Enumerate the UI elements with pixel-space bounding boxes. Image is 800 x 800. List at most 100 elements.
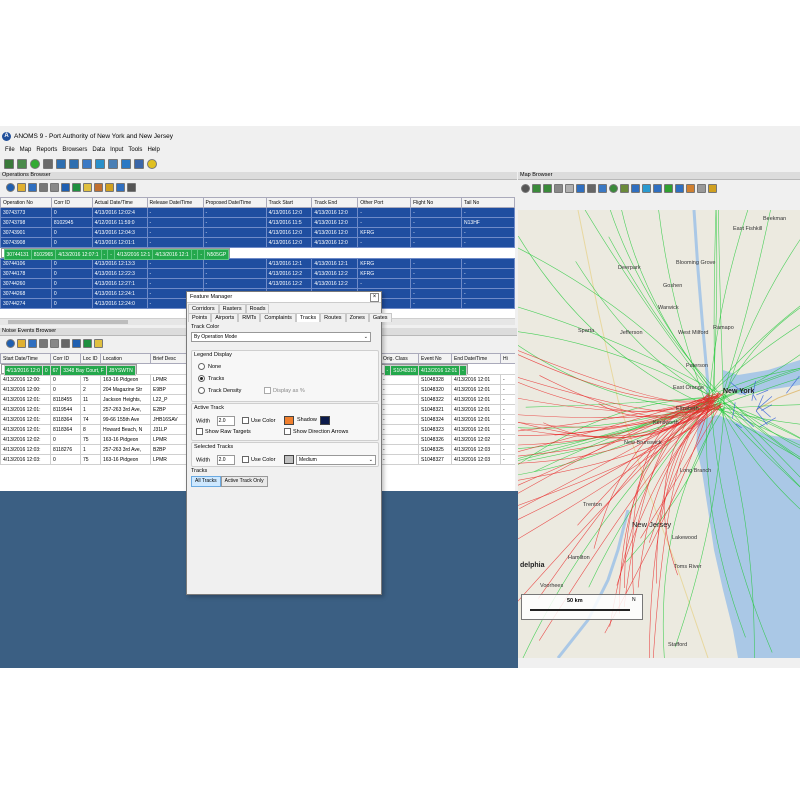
ops-word-icon[interactable] <box>61 182 70 192</box>
noise-row[interactable]: - S1048322 4/13/2016 12:01- <box>380 394 515 405</box>
operations-row[interactable]: 30743773 0 4/13/2016 12:02:4- -4/13/2016 12… <box>0 207 515 218</box>
noise-save-icon[interactable] <box>28 338 37 348</box>
noise-row[interactable]: 4/13/2016 12:03: 8118276 1 257-263 3rd Ave,… <box>0 444 186 455</box>
close-icon[interactable]: × <box>370 293 379 302</box>
noise-row[interactable]: - S1048320 4/13/2016 12:01- <box>380 384 515 395</box>
show-raw-targets[interactable]: Show Raw Targets <box>196 428 251 435</box>
menu-map[interactable]: Map <box>20 147 32 156</box>
noise-print-icon[interactable] <box>39 338 48 348</box>
selected-size-select[interactable]: Medium ⌄ <box>296 455 376 465</box>
active-width-input[interactable]: 2.0 <box>216 416 235 426</box>
map-canvas[interactable]: Beekman East Fishkill Deerpark Blooming … <box>518 210 800 658</box>
ops-save-icon[interactable] <box>28 182 37 192</box>
ops-lock-icon[interactable] <box>105 182 114 192</box>
noise-preview-icon[interactable] <box>50 338 59 348</box>
menu-tools[interactable]: Tools <box>128 147 142 156</box>
toolbar-table-icon[interactable] <box>82 159 92 169</box>
toolbar-settings-icon[interactable] <box>134 159 144 169</box>
toolbar-plane-icon[interactable] <box>95 159 105 169</box>
operations-row[interactable]: 30744178 0 4/13/2016 12:22:3- -4/13/2016 12… <box>0 268 515 279</box>
col-header[interactable]: Event No <box>418 353 452 364</box>
tab-airports[interactable]: Airports <box>211 313 239 322</box>
noise-row[interactable]: - S1048327 4/13/2016 12:03- <box>380 454 515 465</box>
shadow-color-swatch[interactable] <box>320 416 330 425</box>
active-color-swatch[interactable] <box>284 416 294 425</box>
col-header[interactable]: Actual Date/Time <box>91 197 148 208</box>
noise-row[interactable]: - S1048321 4/13/2016 12:01- <box>380 404 515 415</box>
map-chart-icon[interactable] <box>620 183 629 193</box>
menu-data[interactable]: Data <box>92 147 105 156</box>
selected-use-color[interactable]: Use Color <box>242 456 275 463</box>
toolbar-report-icon[interactable] <box>108 159 118 169</box>
noise-row[interactable]: - S1048324 4/13/2016 12:01- <box>380 414 515 425</box>
ops-open-icon[interactable] <box>17 182 26 192</box>
operations-row[interactable]: 30744106 0 4/13/2016 12:13:3- -4/13/2016 12… <box>0 258 515 269</box>
operations-row[interactable]: 30744260 0 4/13/2016 12:27:1- -4/13/2016 12… <box>0 278 515 289</box>
noise-row[interactable]: - S1048326 4/13/2016 12:02- <box>380 434 515 445</box>
map-settings-icon[interactable] <box>697 183 706 193</box>
noise-row[interactable]: - S1048323 4/13/2016 12:01- <box>380 424 515 435</box>
noise-open-icon[interactable] <box>17 338 26 348</box>
noise-row[interactable]: - S1048318 4/13/2016 12:01- <box>380 364 468 376</box>
toolbar-help-icon[interactable] <box>147 159 157 169</box>
legend-option-track-density[interactable]: Track Density <box>198 387 241 394</box>
ops-plane-icon[interactable] <box>116 182 125 192</box>
noise-row[interactable]: 4/13/2016 12:00: 0 75 163-16 Pidgeon LPMR <box>0 374 186 385</box>
map-zoom-out-icon[interactable] <box>543 183 552 193</box>
col-header[interactable]: Operation No <box>0 197 52 208</box>
map-animate-icon[interactable] <box>686 183 695 193</box>
col-header[interactable]: Start Date/Time <box>0 353 51 364</box>
map-record-icon[interactable] <box>675 183 684 193</box>
ops-print-icon[interactable] <box>39 182 48 192</box>
col-header[interactable]: Orig. Class <box>380 353 419 364</box>
col-header[interactable]: Loc ID <box>80 353 101 364</box>
operations-row[interactable]: 30743901 0 4/13/2016 12:04:3- -4/13/2016 12… <box>0 227 515 238</box>
menu-help[interactable]: Help <box>147 147 159 156</box>
ops-excel-icon[interactable] <box>72 182 81 192</box>
noise-info-icon[interactable] <box>6 338 15 348</box>
col-header[interactable]: Other Port <box>357 197 412 208</box>
toolbar-browser-icon[interactable] <box>69 159 79 169</box>
toolbar-download-icon[interactable] <box>121 159 131 169</box>
map-layers-icon[interactable] <box>598 183 607 193</box>
col-header[interactable]: End Date/Time <box>451 353 501 364</box>
show-direction-arrows[interactable]: Show Direction Arrows <box>284 428 348 435</box>
col-header[interactable]: Location <box>100 353 151 364</box>
noise-row[interactable]: 4/13/2016 12:00: 0 2 204 Magazine Str E9BP <box>0 384 186 395</box>
noise-row[interactable]: - S1048325 4/13/2016 12:03- <box>380 444 515 455</box>
menu-browsers[interactable]: Browsers <box>62 147 87 156</box>
col-header[interactable]: Brief Desc <box>150 353 186 364</box>
noise-row[interactable]: 4/13/2016 12:01: 8118455 11 Jackson Heights… <box>0 394 186 405</box>
map-play-icon[interactable] <box>664 183 673 193</box>
operations-row[interactable]: 30743908 0 4/13/2016 12:01:1- -4/13/2016 12… <box>0 237 515 248</box>
map-print-icon[interactable] <box>587 183 596 193</box>
map-globe-icon[interactable] <box>609 183 618 193</box>
selected-width-input[interactable]: 2.0 <box>216 455 235 465</box>
active-track-only-button[interactable]: Active Track Only <box>220 476 268 487</box>
noise-row[interactable]: 4/13/2016 12:01: 8119544 1 257-263 3rd Ave,… <box>0 404 186 415</box>
ops-tools-icon[interactable] <box>127 182 136 192</box>
noise-row[interactable]: 4/13/2016 12:01: 8118364 8 Howard Beach, NJ… <box>0 424 186 435</box>
all-tracks-button[interactable]: All Tracks <box>191 476 221 487</box>
map-export-icon[interactable] <box>708 183 717 193</box>
tab-gates[interactable]: Gates <box>368 313 392 322</box>
legend-option-tracks[interactable]: Tracks <box>198 375 224 382</box>
toolbar-list-icon[interactable] <box>56 159 66 169</box>
noise-copy-icon[interactable] <box>61 338 70 348</box>
toolbar-chart-icon[interactable] <box>17 159 27 169</box>
ops-preview-icon[interactable] <box>50 182 59 192</box>
menu-file[interactable]: File <box>5 147 15 156</box>
display-as-percent[interactable]: Display as % <box>264 387 305 394</box>
ops-chart-icon[interactable] <box>94 182 103 192</box>
map-pan-icon[interactable] <box>554 183 563 193</box>
menu-reports[interactable]: Reports <box>36 147 57 156</box>
map-zoom-in-icon[interactable] <box>532 183 541 193</box>
col-header[interactable]: Corr ID <box>50 353 81 364</box>
tab-roads[interactable]: Roads <box>245 304 270 313</box>
toolbar-grid-icon[interactable] <box>43 159 53 169</box>
toolbar-map-icon[interactable] <box>4 159 14 169</box>
operations-row[interactable]: 30744131 8102965 4/13/2016 12:07:1- -4/13/2… <box>0 248 231 260</box>
operations-scroll-thumb[interactable] <box>8 320 128 324</box>
tab-points[interactable]: Points <box>188 313 212 322</box>
ops-filter-icon[interactable] <box>83 182 92 192</box>
